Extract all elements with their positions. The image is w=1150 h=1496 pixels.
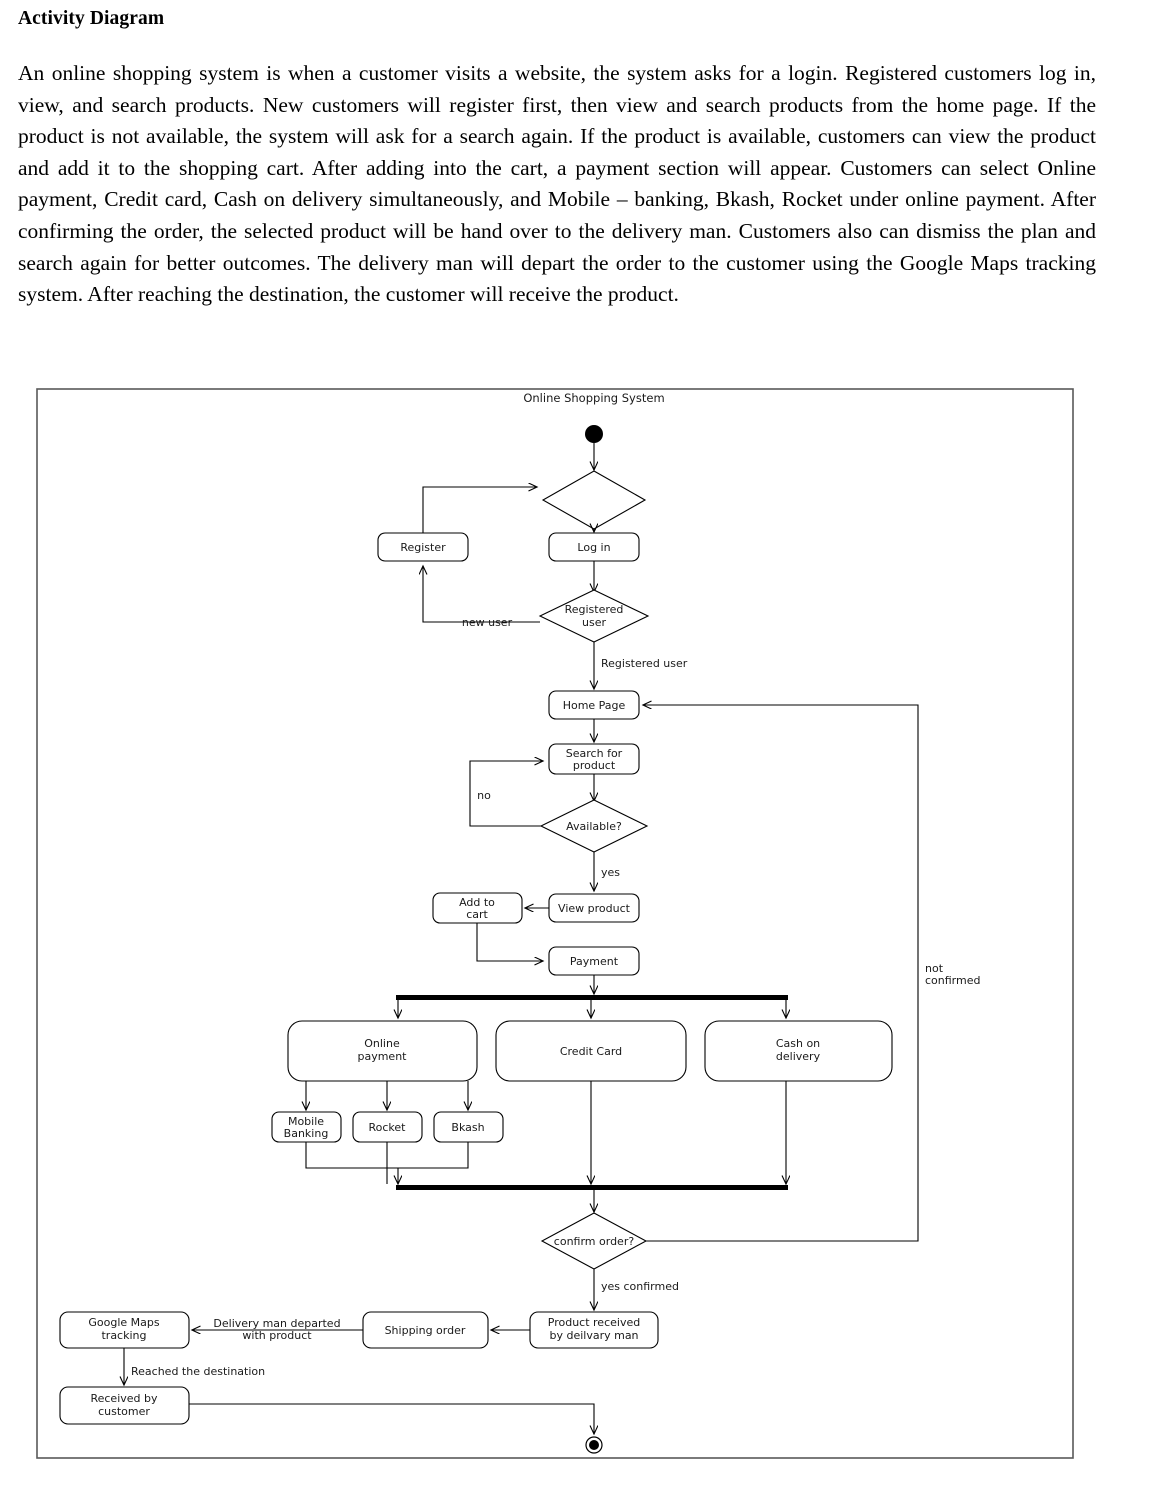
node-payment xyxy=(548,946,640,976)
login-decision-diamond xyxy=(541,470,647,530)
node-register xyxy=(377,532,469,562)
node-rocket-label: Rocket xyxy=(369,1121,407,1134)
node-online-payment xyxy=(287,1020,478,1082)
document-page: Activity Diagram An online shopping syst… xyxy=(0,0,1150,1496)
description-paragraph: An online shopping system is when a cust… xyxy=(18,61,1096,307)
node-search-label-line2: product xyxy=(573,759,616,772)
node-add-to-cart-label-line1: Add to xyxy=(459,896,495,909)
available-decision-diamond xyxy=(539,799,649,853)
node-received-by-customer-label-line2: customer xyxy=(98,1405,150,1418)
node-google-maps-tracking xyxy=(59,1311,190,1349)
registered-user-decision-diamond xyxy=(538,589,650,643)
registered-user-decision-label-line2: user xyxy=(582,616,606,629)
node-search-for-product xyxy=(548,743,640,775)
node-payment-label: Payment xyxy=(570,955,619,968)
node-log-in-label: Log in xyxy=(577,541,610,554)
diagram-frame xyxy=(36,388,1074,1459)
node-credit-card-label: Credit Card xyxy=(560,1045,622,1058)
edge-no-to-search xyxy=(469,761,543,827)
node-view-product-label: View product xyxy=(558,902,631,915)
edge-label-not-confirmed-line2: confirmed xyxy=(925,974,980,987)
node-mobile-banking xyxy=(271,1111,342,1143)
node-product-received-label-line1: Product received xyxy=(548,1316,640,1329)
edge-bkash-merge xyxy=(398,1142,469,1169)
node-shipping-order xyxy=(362,1311,489,1349)
confirm-order-decision-diamond xyxy=(540,1212,648,1270)
node-home-page-label: Home Page xyxy=(563,699,626,712)
edge-register-to-login-decision xyxy=(422,487,537,533)
node-product-received-label-line2: by deilvary man xyxy=(549,1329,638,1342)
edge-label-yes-confirmed: yes confirmed xyxy=(601,1280,679,1293)
edge-label-delivery-man-line1: Delivery man departed xyxy=(213,1317,340,1330)
node-bkash xyxy=(433,1111,504,1143)
node-mobile-banking-label-line1: Mobile xyxy=(288,1115,324,1128)
confirm-order-decision-label: confirm order? xyxy=(554,1235,635,1248)
node-cash-on-delivery xyxy=(704,1020,893,1082)
diagram-frame-title: Online Shopping System xyxy=(523,391,664,405)
start-node xyxy=(585,425,603,443)
edge-add-to-cart-to-payment xyxy=(476,923,543,961)
edge-label-not-confirmed-line1: not xyxy=(925,962,944,975)
node-bkash-label: Bkash xyxy=(451,1121,484,1134)
edge-new-user-to-register xyxy=(423,566,540,623)
node-register-label: Register xyxy=(400,541,446,554)
end-node xyxy=(589,1440,599,1450)
node-rocket xyxy=(352,1111,423,1143)
edge-label-yes: yes xyxy=(601,866,620,879)
page-title: Activity Diagram xyxy=(18,8,165,29)
node-home-page xyxy=(548,690,640,720)
node-cash-on-delivery-label-line2: delivery xyxy=(776,1050,821,1063)
registered-user-decision-label-line1: Registered xyxy=(565,603,624,616)
end-node-ring xyxy=(585,1436,603,1454)
node-google-maps-label-line1: Google Maps xyxy=(88,1316,160,1329)
node-mobile-banking-label-line2: Banking xyxy=(284,1127,329,1140)
node-received-by-customer xyxy=(59,1386,190,1425)
node-shipping-order-label: Shipping order xyxy=(385,1324,466,1337)
edge-received-by-customer-to-end xyxy=(189,1403,594,1434)
node-google-maps-label-line2: tracking xyxy=(101,1329,146,1342)
edge-mobile-banking-merge xyxy=(305,1142,398,1169)
edge-label-no: no xyxy=(477,789,491,802)
edge-label-delivery-man-line2: with product xyxy=(242,1329,312,1342)
node-search-label-line1: Search for xyxy=(566,747,623,760)
edge-not-confirmed-to-home-page xyxy=(643,705,919,1242)
available-decision-label: Available? xyxy=(566,820,622,833)
node-online-payment-label-line1: Online xyxy=(364,1037,400,1050)
node-log-in xyxy=(548,532,640,562)
edge-label-reached-destination: Reached the destination xyxy=(131,1365,265,1378)
node-view-product xyxy=(548,893,640,923)
join-bar xyxy=(396,1185,788,1190)
edge-label-registered-user: Registered user xyxy=(601,657,688,670)
node-add-to-cart xyxy=(432,892,523,924)
fork-bar xyxy=(396,995,788,1000)
node-credit-card xyxy=(495,1020,687,1082)
node-online-payment-label-line2: payment xyxy=(357,1050,407,1063)
node-add-to-cart-label-line2: cart xyxy=(466,908,488,921)
node-product-received xyxy=(529,1311,659,1349)
edge-label-new-user: new user xyxy=(462,616,513,629)
node-received-by-customer-label-line1: Received by xyxy=(90,1392,158,1405)
node-cash-on-delivery-label-line1: Cash on xyxy=(776,1037,820,1050)
